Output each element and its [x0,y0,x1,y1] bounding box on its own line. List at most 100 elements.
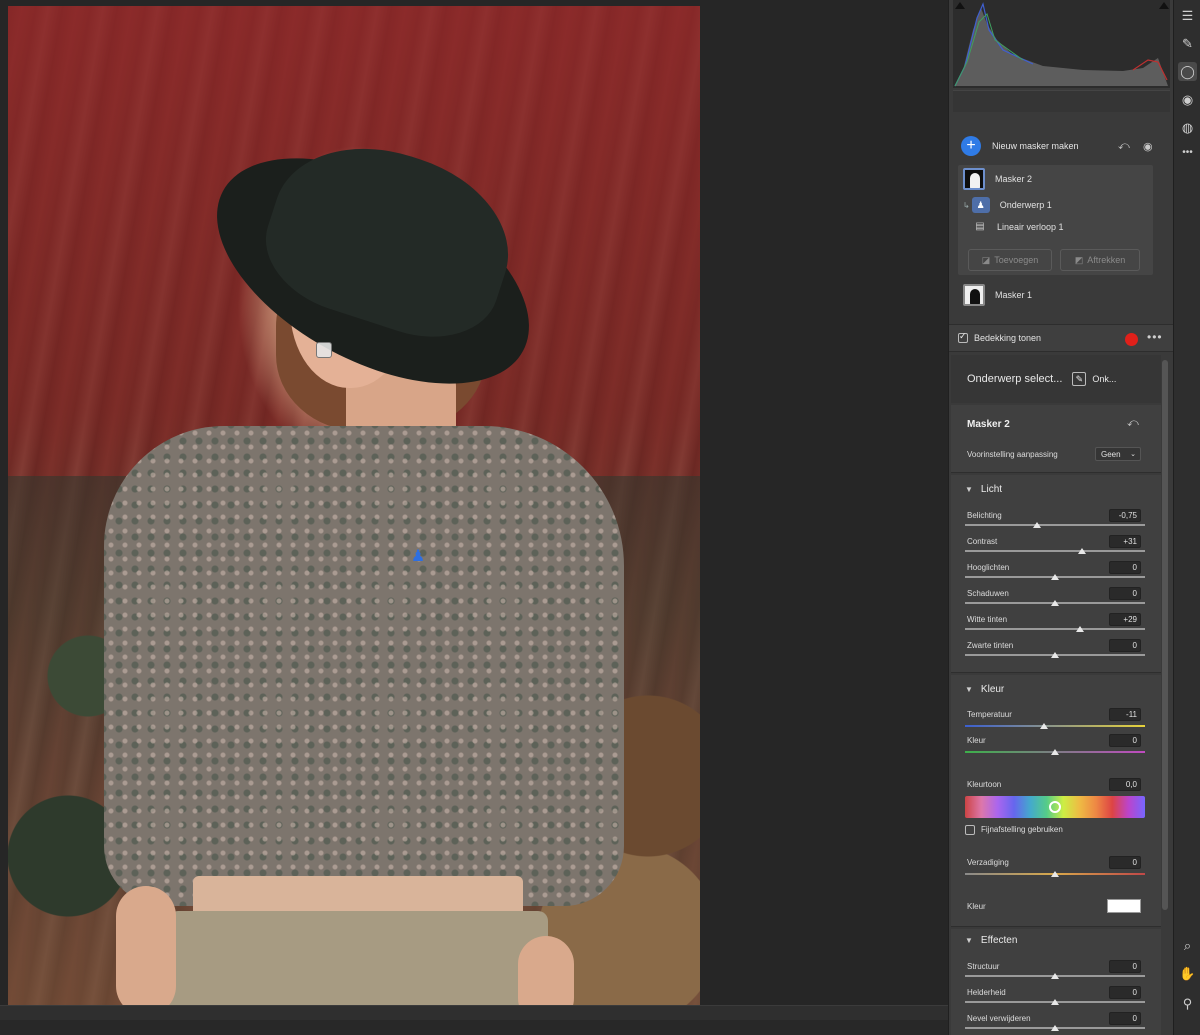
light-slider-thumb[interactable] [1051,574,1059,580]
mask-component[interactable]: ↳ ♟ Onderwerp 1 [963,197,1052,213]
photo-canvas[interactable]: ♟ [8,6,700,1016]
redeye-icon[interactable]: ◉ [1178,90,1197,109]
fine-tune-label: Fijnafstelling gebruiken [981,825,1063,834]
color-section-header[interactable]: ▼ Kleur [965,684,1004,695]
panel-scrollbar[interactable] [1162,360,1168,910]
light-slider-track[interactable] [965,628,1145,630]
light-title: Licht [980,484,1003,495]
new-mask-button[interactable]: + [961,136,981,156]
light-section-header[interactable]: ▼ Licht [965,484,1002,495]
saturation-value[interactable]: 0 [1109,856,1141,869]
light-slider-label: Hooglichten [967,563,1010,572]
chevron-down-icon: ⌄ [1130,451,1136,458]
effects-slider-value[interactable]: 0 [1109,1012,1141,1025]
new-mask-label: Nieuw masker maken [992,141,1079,151]
effects-slider-label: Helderheid [967,988,1006,997]
canvas-area: ♟ [0,0,948,1020]
light-slider-value[interactable]: 0 [1109,639,1141,652]
mask-component[interactable]: ▤ Lineair verloop 1 [971,219,1064,235]
light-slider-label: Witte tinten [967,615,1008,624]
light-slider-label: Contrast [967,537,998,546]
effects-slider-thumb[interactable] [1051,1025,1059,1031]
sampler-icon[interactable]: ⚲ [1178,994,1197,1013]
subject-select-row: Onderwerp select... ✎ Onk... [951,355,1161,403]
effects-section-header[interactable]: ▼ Effecten [965,935,1017,946]
mask-item[interactable]: Masker 2 [963,168,1032,190]
light-slider-value[interactable]: +29 [1109,613,1141,626]
subject-select-extra[interactable]: Onk... [1092,374,1116,384]
hue-knob[interactable] [1049,801,1061,813]
sliders-icon[interactable]: ☰ [1178,6,1197,25]
more-icon[interactable]: ••• [1178,143,1197,162]
tint-value[interactable]: 0 [1109,734,1141,747]
hue-value[interactable]: 0,0 [1109,778,1141,791]
saturation-slider-thumb[interactable] [1051,871,1059,877]
mask-item-label: Masker 2 [995,174,1033,184]
fine-tune-checkbox[interactable] [965,825,975,835]
overlay-more-icon[interactable]: ••• [1147,330,1163,344]
presets-icon[interactable]: ◍ [1178,118,1197,137]
light-slider-thumb[interactable] [1078,548,1086,554]
mask-item-label: Masker 1 [995,290,1033,300]
highlight-clip-icon[interactable] [1159,2,1169,9]
overlay-checkbox[interactable] [958,331,968,343]
light-slider-track[interactable] [965,550,1145,552]
overlay-label: Bedekking tonen [974,333,1042,343]
mask-header-section: Masker 2 ⤺ Voorinstelling aanpassing Gee… [951,405,1161,473]
linear-gradient-icon: ▤ [975,221,985,232]
mask-icon[interactable]: ◯ [1178,62,1197,81]
add-label: Toevoegen [994,255,1039,265]
subtract-button[interactable]: ◩ Aftrekken [1060,249,1140,271]
shadow-clip-icon[interactable] [955,2,965,9]
light-slider-value[interactable]: -0,75 [1109,509,1141,522]
tint-label: Kleur [967,736,986,745]
gradient-pin-icon[interactable] [316,342,332,358]
subject-pin-icon[interactable]: ♟ [408,548,428,566]
brush-icon[interactable]: ✎ [1178,34,1197,53]
tint-slider-thumb[interactable] [1051,749,1059,755]
subject-select-button[interactable]: Onderwerp select... [967,373,1062,385]
color-swatch[interactable] [1107,899,1141,913]
hand-icon[interactable]: ✋ [1178,964,1197,983]
light-slider-thumb[interactable] [1051,652,1059,658]
effects-slider-value[interactable]: 0 [1109,986,1141,999]
light-slider-track[interactable] [965,524,1145,526]
overlay-color-swatch[interactable] [1125,333,1138,346]
temperature-value[interactable]: -11 [1109,708,1141,721]
temperature-slider-thumb[interactable] [1040,723,1049,729]
hue-label: Kleurtoon [967,780,1002,789]
color-section: ▼ Kleur Temperatuur -11 Kleur 0 Kleurtoo… [951,675,1161,927]
light-slider-thumb[interactable] [1076,626,1085,632]
temperature-slider-track[interactable] [965,725,1145,727]
effects-slider-thumb[interactable] [1051,973,1059,979]
light-slider-value[interactable]: 0 [1109,587,1141,600]
effects-slider-thumb[interactable] [1051,999,1059,1005]
reset-mask-icon[interactable]: ⤺ [1127,417,1139,430]
effects-slider-label: Nevel verwijderen [967,1014,1031,1023]
mask-thumbnail [963,284,985,306]
color-title: Kleur [980,684,1005,695]
histogram [953,0,1170,88]
canvas-bottom-bar [0,1005,948,1020]
mask-component-label: Onderwerp 1 [999,200,1052,210]
edit-icon[interactable]: ✎ [1072,372,1087,386]
mask-title: Masker 2 [967,419,1010,430]
add-button[interactable]: ◪ Toevoegen [968,249,1052,271]
light-slider-label: Zwarte tinten [967,641,1014,650]
reset-masks-icon[interactable]: ⤺ [1118,140,1130,153]
preset-value: Geen [1101,450,1121,459]
light-slider-thumb[interactable] [1033,522,1041,528]
preset-dropdown[interactable]: Geen ⌄ [1095,447,1141,461]
mask-component-label: Lineair verloop 1 [997,222,1064,232]
add-icon: ◪ [981,254,991,265]
light-slider-thumb[interactable] [1051,600,1059,606]
light-slider-value[interactable]: 0 [1109,561,1141,574]
mask-item[interactable]: Masker 1 [963,284,1032,306]
saturation-label: Verzadiging [967,858,1009,867]
app-window: ♟ + Nieuw masker maken ⤺ ◉ Masker 2 ↳ ♟ … [0,0,1200,1035]
tool-strip: ☰ ✎ ◯ ◉ ◍ ••• ⌕ ✋ ⚲ [1173,0,1200,1035]
visibility-icon[interactable]: ◉ [1143,140,1153,153]
zoom-icon[interactable]: ⌕ [1178,936,1197,955]
light-slider-value[interactable]: +31 [1109,535,1141,548]
effects-slider-value[interactable]: 0 [1109,960,1141,973]
